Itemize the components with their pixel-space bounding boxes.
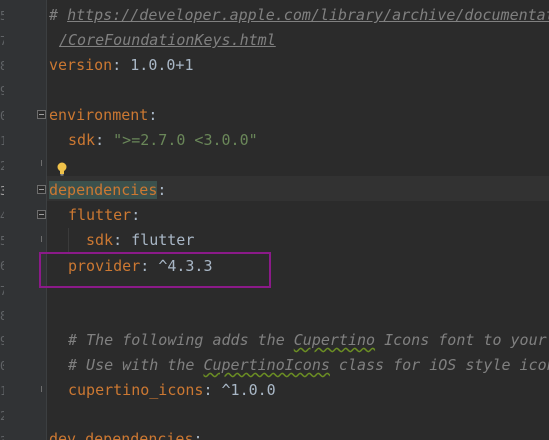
lightbulb-icon[interactable]: [57, 162, 67, 176]
line-number: 0: [0, 109, 4, 123]
code-line[interactable]: sdk: flutter: [86, 228, 194, 253]
yaml-key-sdk: sdk: [68, 131, 96, 149]
yaml-key-flutter-sdk: sdk: [86, 231, 114, 249]
code-line[interactable]: sdk: ">=2.7.0 <3.0.0": [68, 128, 258, 153]
line-number: 8: [0, 309, 4, 323]
comment-text: Icons font to your: [375, 331, 547, 349]
line-number: 7: [0, 34, 4, 48]
comment-word-flagged: CupertinoIcons: [203, 356, 330, 374]
yaml-key-flutter: flutter: [68, 206, 132, 224]
annotation-highlight-box: [39, 252, 271, 288]
yaml-key-version: version: [49, 56, 113, 74]
doc-url-link[interactable]: https://developer.apple.com/library/arch…: [67, 6, 549, 24]
line-number: 9: [0, 84, 4, 98]
fold-icon[interactable]: [37, 210, 46, 219]
line-number: 0: [0, 359, 4, 373]
indent-guide: [68, 228, 69, 252]
line-number: 3: [0, 184, 4, 198]
line-number: 2: [0, 409, 4, 423]
yaml-value-flutter-sdk: flutter: [131, 231, 195, 249]
code-line[interactable]: # The following adds the Cupertino Icons…: [68, 328, 547, 353]
code-line[interactable]: /CoreFoundationKeys.html: [59, 28, 276, 53]
fold-icon[interactable]: [37, 185, 46, 194]
line-number: 5: [0, 234, 4, 248]
line-number: 1: [0, 134, 4, 148]
comment-text: # The following adds the: [68, 331, 294, 349]
fold-end-icon[interactable]: [37, 386, 46, 392]
comment-text: class for iOS style icon: [329, 356, 549, 374]
yaml-key-dependencies: dependencies: [49, 181, 158, 199]
yaml-value-cupertino-icons: ^1.0.0: [221, 381, 276, 399]
line-number: 8: [0, 59, 4, 73]
line-number: 4: [0, 209, 4, 223]
code-line[interactable]: # Use with the CupertinoIcons class for …: [68, 353, 549, 378]
doc-url-link-continued[interactable]: /CoreFoundationKeys.html: [59, 31, 276, 49]
comment-word-flagged: Cupertino: [293, 331, 376, 349]
yaml-key-dev-dependencies: dev_dependencies: [49, 430, 194, 440]
fold-end-icon[interactable]: [37, 236, 46, 242]
line-number: 1: [0, 384, 4, 398]
line-number: 6: [0, 259, 4, 273]
comment-hash: #: [49, 6, 68, 24]
code-line[interactable]: environment:: [49, 103, 157, 128]
code-line[interactable]: cupertino_icons: ^1.0.0: [68, 378, 276, 403]
line-number: 5: [0, 9, 4, 23]
line-number: 9: [0, 334, 4, 348]
yaml-value-version: 1.0.0+1: [130, 56, 194, 74]
line-number: 3: [0, 429, 4, 440]
fold-icon[interactable]: [37, 110, 46, 119]
code-line[interactable]: dependencies:: [49, 178, 166, 203]
code-line[interactable]: dev_dependencies:: [49, 427, 203, 440]
yaml-value-sdk: ">=2.7.0 <3.0.0": [113, 131, 258, 149]
yaml-key-cupertino-icons: cupertino_icons: [68, 381, 204, 399]
code-line[interactable]: flutter:: [68, 203, 140, 228]
code-line[interactable]: # https://developer.apple.com/library/ar…: [49, 3, 549, 28]
comment-text: # Use with the: [68, 356, 204, 374]
gutter-divider: [46, 0, 47, 440]
line-number-gutter[interactable]: [0, 0, 46, 440]
fold-end-icon[interactable]: [37, 160, 46, 166]
yaml-key-environment: environment: [49, 106, 149, 124]
line-number: 7: [0, 284, 4, 298]
line-number: 2: [0, 159, 4, 173]
code-editor[interactable]: 5 7 8 9 0 1 2 3 4 5 6 7 8 9 0 1 2 3 # ht…: [0, 0, 549, 440]
code-line[interactable]: version: 1.0.0+1: [49, 53, 194, 78]
